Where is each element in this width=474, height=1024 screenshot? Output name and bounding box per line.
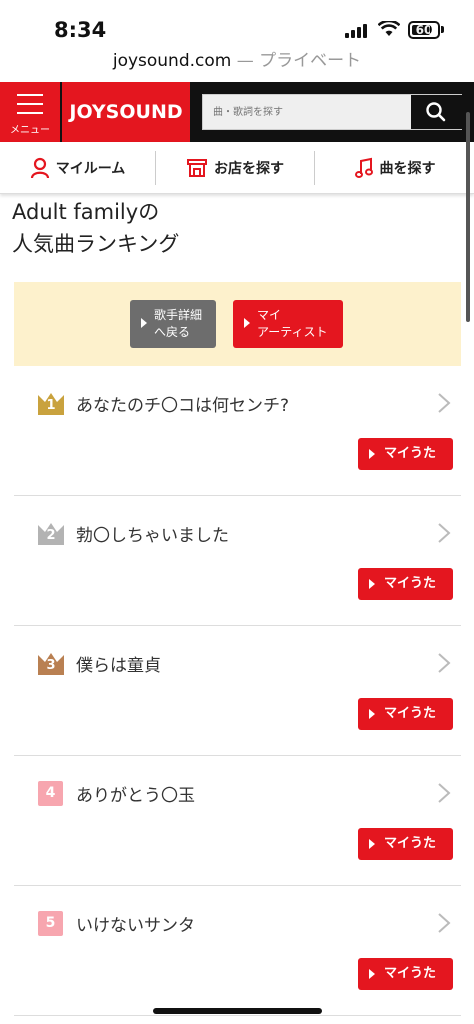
battery-level: 60 [415, 23, 433, 37]
my-song-button[interactable]: マイうた [358, 828, 453, 860]
action-band: 歌手詳細 へ戻る マイ アーティスト [14, 282, 461, 366]
back-label-line1: 歌手詳細 [154, 308, 203, 322]
search-button[interactable] [411, 95, 462, 129]
url-bar[interactable]: joysound.com — プライベート [0, 48, 474, 82]
chevron-right-icon [438, 523, 451, 543]
rank-badge: 4 [38, 781, 63, 806]
play-triangle-icon [369, 579, 375, 589]
person-icon [30, 157, 49, 179]
play-triangle-icon [244, 318, 250, 328]
rank-number: 1 [46, 398, 56, 413]
search-input[interactable] [203, 95, 411, 129]
song-title[interactable]: 勃〇しちゃいました [76, 521, 229, 546]
status-bar: 8:34 60 [0, 0, 474, 48]
play-triangle-icon [369, 709, 375, 719]
my-song-label: マイうた [384, 966, 437, 981]
home-indicator[interactable] [153, 1008, 322, 1014]
nav-item-label: お店を探す [214, 161, 284, 177]
cellular-signal-icon [345, 24, 371, 38]
rank-badge: 5 [38, 911, 63, 936]
search-icon [426, 102, 446, 122]
page-title: Adult familyの 人気曲ランキング [12, 196, 452, 260]
song-title[interactable]: いけないサンタ [76, 911, 195, 936]
menu-button[interactable]: メニュー [0, 82, 60, 142]
my-song-button[interactable]: マイうた [358, 698, 453, 730]
battery-icon: 60 [408, 21, 440, 39]
chevron-right-icon [438, 783, 451, 803]
nav-item-label: 曲を探す [379, 161, 436, 177]
nav-item-myroom[interactable]: マイルーム [0, 142, 155, 194]
chevron-right-icon [438, 913, 451, 933]
ranking-item[interactable]: 4 ありがとう〇玉 マイうた [14, 756, 461, 886]
play-triangle-icon [369, 449, 375, 459]
back-to-artist-button[interactable]: 歌手詳細 へ戻る [130, 300, 216, 348]
my-song-label: マイうた [384, 576, 437, 591]
myartist-label-line1: マイ [257, 308, 282, 322]
ranking-item[interactable]: 1 あなたのチ〇コは何センチ? マイうた [14, 366, 461, 496]
crown-silver-icon: 2 [38, 523, 64, 545]
play-triangle-icon [369, 839, 375, 849]
private-label: — プライベート [236, 51, 362, 71]
wifi-icon [378, 21, 400, 36]
music-note-icon [354, 157, 373, 178]
page-title-line1: Adult familyの [12, 200, 160, 224]
song-title[interactable]: ありがとう〇玉 [76, 781, 195, 806]
play-triangle-icon [141, 318, 147, 328]
page-title-line2: 人気曲ランキング [12, 232, 180, 256]
site-header: メニュー JOYSOUND [0, 82, 474, 142]
back-label-line2: へ戻る [154, 325, 191, 339]
scrollbar[interactable] [466, 112, 470, 322]
store-icon [187, 159, 207, 177]
url-domain: joysound.com [112, 51, 232, 71]
my-song-button[interactable]: マイうた [358, 958, 453, 990]
chevron-right-icon [438, 653, 451, 673]
my-song-label: マイうた [384, 446, 437, 461]
search-box [202, 94, 462, 130]
nav-item-search-song[interactable]: 曲を探す [315, 142, 474, 194]
song-title[interactable]: 僕らは童貞 [76, 651, 161, 676]
nav-item-store[interactable]: お店を探す [156, 142, 314, 194]
nav-item-label: マイルーム [55, 161, 126, 177]
my-song-label: マイうた [384, 836, 437, 851]
ranking-item[interactable]: 2 勃〇しちゃいました マイうた [14, 496, 461, 626]
ranking-list: 1 あなたのチ〇コは何センチ? マイうた 2 勃〇しちゃいました マイうた 3 … [14, 366, 461, 1016]
crown-bronze-icon: 3 [38, 653, 64, 675]
rank-number: 2 [46, 528, 56, 543]
my-song-button[interactable]: マイうた [358, 568, 453, 600]
chevron-right-icon [438, 393, 451, 413]
song-title[interactable]: あなたのチ〇コは何センチ? [76, 391, 289, 416]
myartist-label-line2: アーティスト [257, 325, 328, 339]
main-nav: マイルーム お店を探す 曲を探す [0, 142, 474, 194]
rank-number: 3 [46, 658, 56, 673]
my-song-button[interactable]: マイうた [358, 438, 453, 470]
my-song-label: マイうた [384, 706, 437, 721]
hamburger-icon [17, 94, 43, 114]
status-time: 8:34 [54, 18, 107, 42]
crown-gold-icon: 1 [38, 393, 64, 415]
ranking-item[interactable]: 3 僕らは童貞 マイうた [14, 626, 461, 756]
menu-label: メニュー [10, 125, 50, 136]
ranking-item[interactable]: 5 いけないサンタ マイうた [14, 886, 461, 1016]
site-logo[interactable]: JOYSOUND [62, 82, 190, 142]
my-artist-button[interactable]: マイ アーティスト [233, 300, 343, 348]
play-triangle-icon [369, 969, 375, 979]
